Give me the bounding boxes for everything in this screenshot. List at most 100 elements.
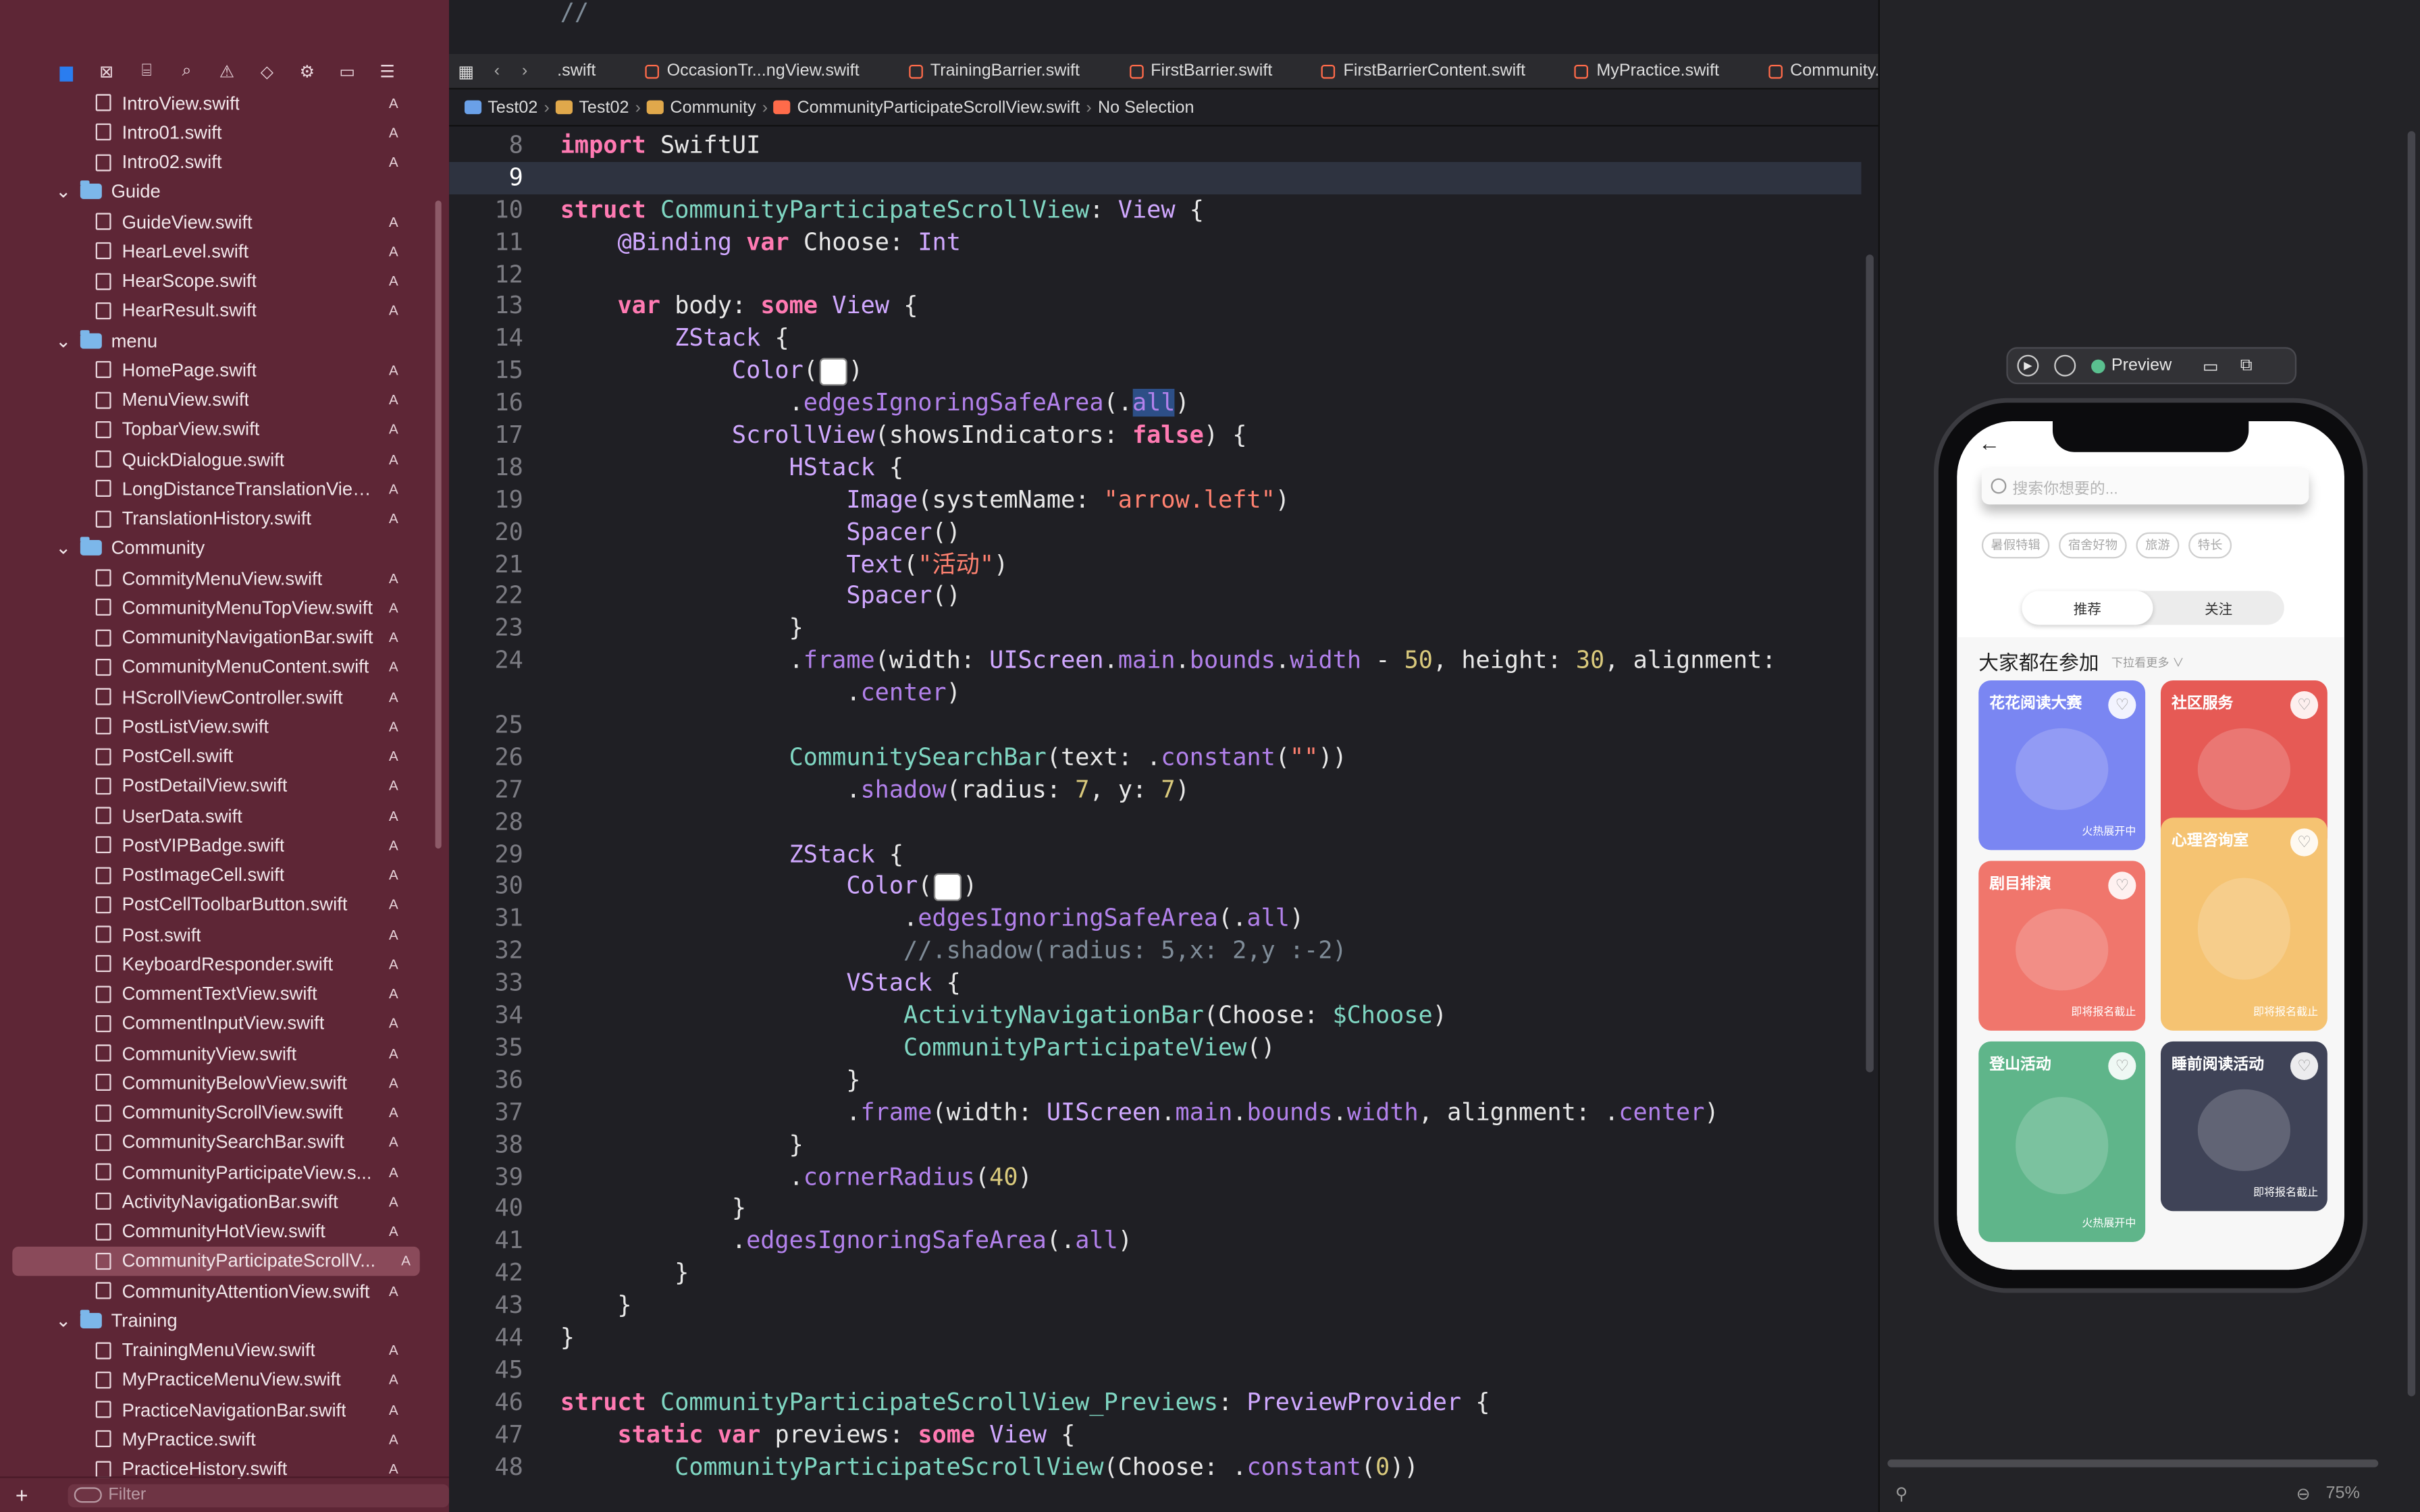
code-line[interactable]: 13 var body: some View {	[449, 291, 1861, 323]
code-line[interactable]: .center)	[449, 678, 1861, 710]
file-row[interactable]: KeyboardResponder.swift A	[0, 949, 432, 979]
file-row[interactable]: PostListView.swift A	[0, 711, 432, 741]
breadcrumb-item[interactable]: Test02	[464, 98, 537, 117]
code-line[interactable]: 48 CommunityParticipateScrollView(Choose…	[449, 1451, 1861, 1484]
file-row[interactable]: CommunityBelowView.swift A	[0, 1068, 432, 1098]
editor-tab[interactable]: .swift	[539, 54, 614, 88]
folder-icon[interactable]: ▆	[47, 59, 86, 84]
file-row[interactable]: CommunityView.swift A	[0, 1038, 432, 1068]
code-line[interactable]: 46 struct CommunityParticipateScrollView_…	[449, 1386, 1861, 1419]
code-line[interactable]: 45	[449, 1354, 1861, 1386]
heart-icon[interactable]: ♡	[2290, 828, 2319, 857]
code-line[interactable]: 43 }	[449, 1290, 1861, 1322]
file-row[interactable]: MenuView.swift A	[0, 385, 432, 414]
editor-scrollbar[interactable]	[1866, 254, 1874, 1073]
file-row[interactable]: CommentInputView.swift A	[0, 1008, 432, 1038]
search-icon[interactable]: ⌕	[167, 59, 207, 84]
duplicate-icon[interactable]: ⧉	[2240, 356, 2253, 376]
folder-row[interactable]: ⌄ menu	[0, 325, 432, 355]
forward-arrow-icon[interactable]: ›	[511, 61, 539, 80]
code-line[interactable]: 19 Image(systemName: "arrow.left")	[449, 484, 1861, 516]
activity-card[interactable]: 剧目排演 ♡ 即将报名截止	[1978, 861, 2146, 1031]
pull-for-more[interactable]: 下拉看更多 ∨	[2111, 654, 2184, 671]
file-row[interactable]: HearLevel.swift A	[0, 236, 432, 266]
code-area[interactable]: 8 import SwiftUI 9 10 struct CommunityPartic…	[449, 130, 1862, 1512]
code-line[interactable]: 35 CommunityParticipateView()	[449, 1032, 1861, 1064]
tag-chip[interactable]: 特长	[2188, 532, 2232, 559]
code-line[interactable]: 16 .edgesIgnoringSafeArea(.all)	[449, 387, 1861, 420]
heart-icon[interactable]: ♡	[2108, 871, 2136, 900]
file-row[interactable]: CommunityNavigationBar.swift A	[0, 622, 432, 652]
code-line[interactable]: 28	[449, 807, 1861, 839]
file-row[interactable]: LongDistanceTranslationView... A	[0, 474, 432, 504]
preview-h-scrollbar[interactable]	[1887, 1459, 2379, 1467]
back-arrow-icon[interactable]: ‹	[483, 61, 510, 80]
activity-card[interactable]: 心理咨询室 ♡ 即将报名截止	[2160, 817, 2327, 1031]
code-line[interactable]: 36 }	[449, 1064, 1861, 1097]
tag-chip[interactable]: 暑假特辑	[1981, 532, 2050, 559]
code-line[interactable]: 18 HStack {	[449, 452, 1861, 484]
code-line[interactable]: 24 .frame(width: UIScreen.main.bounds.wi…	[449, 645, 1861, 678]
code-line[interactable]: 10 struct CommunityParticipateScrollView:…	[449, 194, 1861, 226]
file-row[interactable]: HScrollViewController.swift A	[0, 682, 432, 711]
selection-label[interactable]: No Selection	[1098, 98, 1194, 116]
file-row[interactable]: PostCell.swift A	[0, 741, 432, 771]
file-row[interactable]: CommentTextView.swift A	[0, 979, 432, 1008]
code-line[interactable]: 9	[449, 161, 1862, 194]
file-row[interactable]: HearScope.swift A	[0, 266, 432, 296]
grid-icon[interactable]: ▦	[449, 61, 483, 81]
file-row[interactable]: PracticeNavigationBar.swift A	[0, 1395, 432, 1424]
file-row[interactable]: CommunityMenuTopView.swift A	[0, 593, 432, 622]
hierarchy-icon[interactable]: ⌸	[126, 59, 166, 84]
activity-card[interactable]: 花花阅读大赛 ♡ 火热展开中	[1978, 680, 2146, 850]
code-line[interactable]: 39 .cornerRadius(40)	[449, 1161, 1861, 1193]
file-row[interactable]: PostDetailView.swift A	[0, 771, 432, 801]
filter-input[interactable]: Filter	[68, 1483, 450, 1507]
code-line[interactable]: 44}	[449, 1322, 1861, 1355]
arrow-left-icon[interactable]: ←	[1978, 431, 2000, 456]
file-row[interactable]: CommunityAttentionView.swift A	[0, 1276, 432, 1305]
breadcrumb-item[interactable]: Community	[647, 98, 756, 117]
heart-icon[interactable]: ♡	[2290, 691, 2319, 720]
source-control-icon[interactable]: ⊠	[86, 59, 126, 84]
file-row[interactable]: UserData.swift A	[0, 801, 432, 830]
inspect-icon[interactable]	[2054, 354, 2076, 377]
code-line[interactable]: 47 static var previews: some View {	[449, 1419, 1861, 1451]
code-line[interactable]: 30 Color()	[449, 871, 1861, 903]
breadcrumb-item[interactable]: Test02	[556, 98, 629, 117]
file-row[interactable]: CommunityScrollView.swift A	[0, 1098, 432, 1127]
file-row[interactable]: Intro01.swift A	[0, 117, 432, 147]
zoom-level[interactable]: 75%	[2325, 1484, 2359, 1503]
file-row[interactable]: IntroView.swift A	[0, 88, 432, 117]
preview-v-scrollbar[interactable]	[2407, 131, 2416, 1397]
code-line[interactable]: 25	[449, 709, 1861, 742]
filter-options-icon[interactable]	[74, 1486, 103, 1503]
file-row[interactable]: CommunityMenuContent.swift A	[0, 652, 432, 682]
code-line[interactable]: 26 CommunitySearchBar(text: .constant(""…	[449, 742, 1861, 774]
code-line[interactable]: 37 .frame(width: UIScreen.main.bounds.wi…	[449, 1096, 1861, 1129]
code-line[interactable]: 11 @Binding var Choose: Int	[449, 226, 1861, 259]
tag-chip[interactable]: 旅游	[2136, 532, 2180, 559]
chevron-down-icon[interactable]: ⌄	[55, 537, 71, 559]
file-row[interactable]: CommunityHotView.swift A	[0, 1216, 432, 1246]
pin-icon[interactable]: ⚲	[1895, 1484, 1908, 1503]
file-row[interactable]: ActivityNavigationBar.swift A	[0, 1187, 432, 1216]
device-icon[interactable]: ▭	[2203, 356, 2219, 375]
file-row[interactable]: Intro02.swift A	[0, 147, 432, 177]
file-row[interactable]: PostImageCell.swift A	[0, 860, 432, 890]
chevron-down-icon[interactable]: ⌄	[55, 329, 71, 351]
chevron-down-icon[interactable]: ⌄	[55, 1310, 71, 1331]
search-input[interactable]: 搜索你想要的...	[1981, 467, 2309, 505]
heart-icon[interactable]: ♡	[2108, 691, 2136, 720]
code-line[interactable]: 42 }	[449, 1258, 1861, 1290]
code-line[interactable]: 34 ActivityNavigationBar(Choose: $Choose…	[449, 1000, 1861, 1032]
file-row[interactable]: CommityMenuView.swift A	[0, 563, 432, 593]
editor-tab[interactable]: FirstBarrier.swift	[1111, 54, 1291, 88]
segment-tab[interactable]: 关注	[2153, 591, 2284, 624]
warning-icon[interactable]: ⚠	[207, 59, 246, 84]
segment-tab[interactable]: 推荐	[2022, 591, 2153, 625]
code-line[interactable]: 20 Spacer()	[449, 516, 1861, 549]
code-line[interactable]: 33 VStack {	[449, 967, 1861, 1000]
activity-card[interactable]: 睡前阅读活动 ♡ 即将报名截止	[2160, 1041, 2327, 1212]
code-line[interactable]: 29 ZStack {	[449, 838, 1861, 871]
